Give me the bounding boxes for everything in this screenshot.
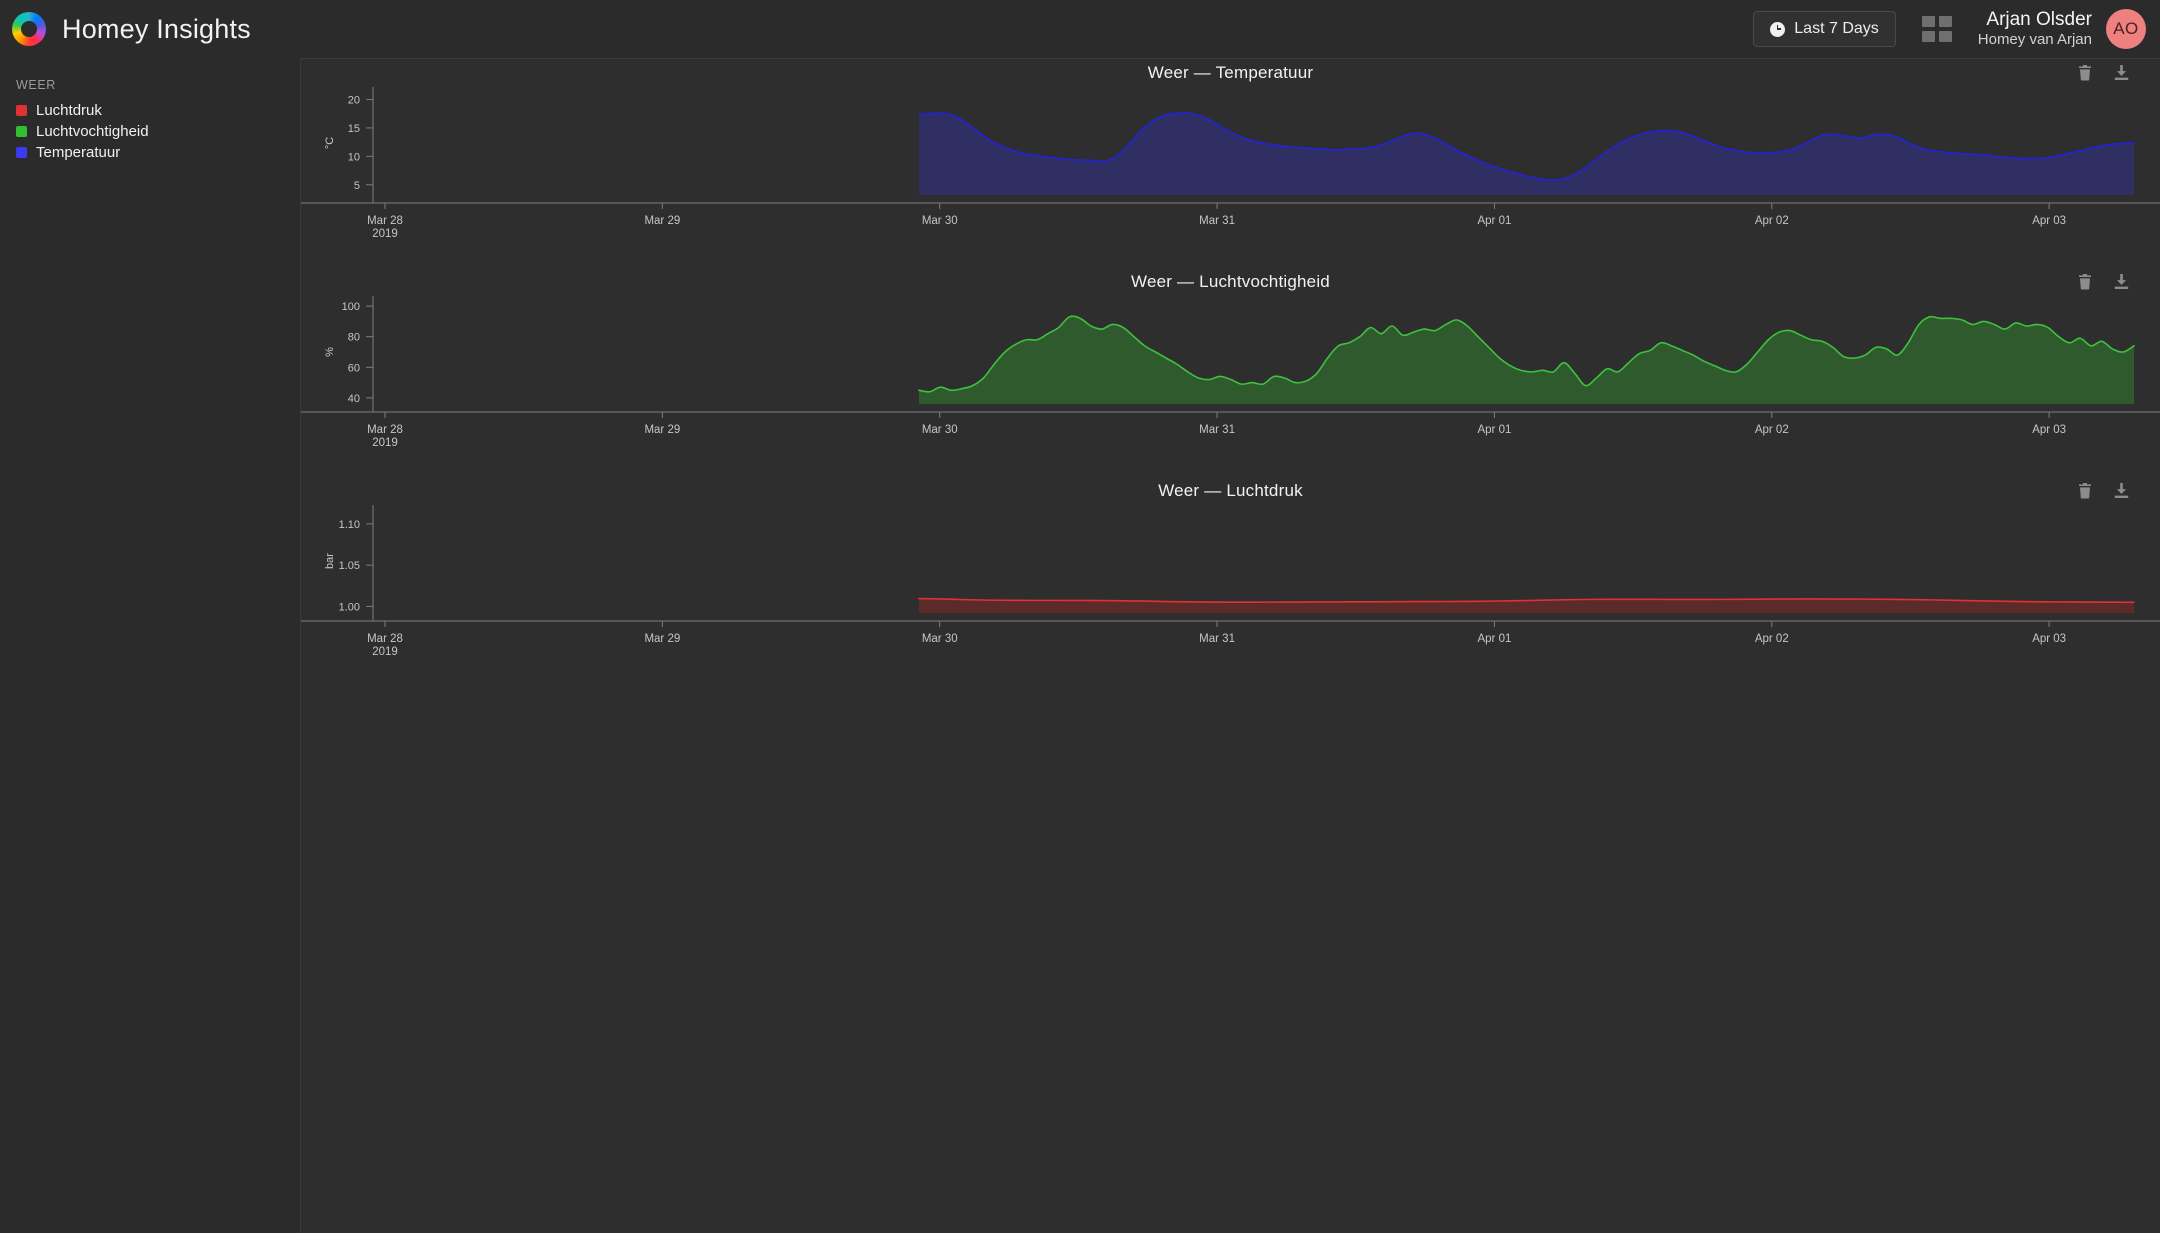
svg-text:Mar 29: Mar 29 <box>644 424 680 436</box>
svg-text:1.05: 1.05 <box>339 560 360 572</box>
sidebar-item-label: Temperatuur <box>36 143 121 161</box>
sidebar-item-luchtdruk[interactable]: Luchtdruk <box>16 100 300 120</box>
user-name: Arjan Olsder <box>1986 8 2092 30</box>
svg-text:Apr 03: Apr 03 <box>2032 215 2066 227</box>
trash-icon[interactable] <box>2077 64 2093 81</box>
download-icon[interactable] <box>2113 273 2130 290</box>
chart-title: Weer — Luchtvochtigheid <box>1131 272 1330 291</box>
color-swatch-icon <box>16 146 27 158</box>
chart-card-temperatuur: Weer — Temperatuur 20 15 10 5 °C Mar 28 2019 Ma… <box>301 59 2160 268</box>
svg-text:Mar 31: Mar 31 <box>1199 424 1235 436</box>
svg-text:2019: 2019 <box>372 228 398 240</box>
svg-text:Apr 03: Apr 03 <box>2032 633 2066 645</box>
svg-text:Mar 30: Mar 30 <box>922 215 958 227</box>
svg-text:bar: bar <box>324 553 336 569</box>
charts-container: Weer — Temperatuur 20 15 10 5 °C Mar 28 2019 Ma… <box>300 58 2160 1233</box>
sidebar-item-temperatuur[interactable]: Temperatuur <box>16 142 300 162</box>
chart-actions <box>2077 482 2130 499</box>
chart-card-luchtdruk: Weer — Luchtdruk 1.10 1.05 1.00 bar Mar 28 20… <box>301 477 2160 686</box>
svg-text:2019: 2019 <box>372 646 398 658</box>
download-icon[interactable] <box>2113 64 2130 81</box>
chart-actions <box>2077 273 2130 290</box>
svg-text:40: 40 <box>348 393 360 405</box>
svg-text:Mar 28: Mar 28 <box>367 215 403 227</box>
svg-text:Mar 31: Mar 31 <box>1199 215 1235 227</box>
svg-text:Apr 01: Apr 01 <box>1477 633 1511 645</box>
svg-text:Apr 03: Apr 03 <box>2032 424 2066 436</box>
svg-text:Mar 29: Mar 29 <box>644 215 680 227</box>
trash-icon[interactable] <box>2077 482 2093 499</box>
color-swatch-icon <box>16 104 27 116</box>
svg-text:60: 60 <box>348 362 360 374</box>
avatar[interactable]: AO <box>2106 9 2146 49</box>
app-header: Homey Insights Last 7 Days Arjan Olsder … <box>0 0 2160 58</box>
svg-text:Mar 28: Mar 28 <box>367 633 403 645</box>
svg-text:Mar 29: Mar 29 <box>644 633 680 645</box>
svg-text:Apr 02: Apr 02 <box>1755 633 1789 645</box>
date-range-label: Last 7 Days <box>1794 20 1879 37</box>
svg-text:100: 100 <box>342 301 360 313</box>
chart-actions <box>2077 64 2130 81</box>
svg-text:1.10: 1.10 <box>339 519 360 531</box>
homey-ring-logo-icon <box>12 12 46 46</box>
svg-text:Mar 30: Mar 30 <box>922 424 958 436</box>
chart-title: Weer — Luchtdruk <box>1158 481 1303 500</box>
svg-text:Apr 02: Apr 02 <box>1755 215 1789 227</box>
sidebar-group-title: WEER <box>16 78 56 92</box>
download-icon[interactable] <box>2113 482 2130 499</box>
svg-text:Mar 31: Mar 31 <box>1199 633 1235 645</box>
svg-text:15: 15 <box>348 123 360 135</box>
svg-text:10: 10 <box>348 151 360 163</box>
svg-text:20: 20 <box>348 95 360 107</box>
trash-icon[interactable] <box>2077 273 2093 290</box>
svg-text:2019: 2019 <box>372 437 398 449</box>
svg-text:80: 80 <box>348 332 360 344</box>
color-swatch-icon <box>16 125 27 137</box>
chart-plot-temperatuur[interactable]: 20 15 10 5 °C Mar 28 2019 Mar 29 Mar 30 Mar 31 Apr… <box>301 83 2160 255</box>
svg-text:Apr 01: Apr 01 <box>1477 215 1511 227</box>
svg-text:Mar 30: Mar 30 <box>922 633 958 645</box>
svg-text:%: % <box>324 347 336 357</box>
user-home: Homey van Arjan <box>1977 31 2092 49</box>
header-right: Last 7 Days Arjan Olsder Homey van Arjan… <box>1753 9 2160 49</box>
chart-plot-luchtdruk[interactable]: 1.10 1.05 1.00 bar Mar 28 2019 Mar 29 Mar 30 Mar… <box>301 501 2160 673</box>
clock-icon <box>1770 21 1786 37</box>
svg-text:5: 5 <box>354 180 360 192</box>
grid-view-icon[interactable] <box>1921 16 1952 42</box>
sidebar-item-label: Luchtdruk <box>36 101 102 119</box>
sidebar-item-luchtvochtigheid[interactable]: Luchtvochtigheid <box>16 121 300 141</box>
chart-card-luchtvochtigheid: Weer — Luchtvochtigheid 100 80 60 40% Mar 28… <box>301 268 2160 477</box>
app-title: Homey Insights <box>62 13 251 44</box>
sidebar-item-label: Luchtvochtigheid <box>36 122 149 140</box>
sidebar: WEER Luchtdruk Luchtvochtigheid Temperat… <box>0 58 300 1233</box>
svg-text:Mar 28: Mar 28 <box>367 424 403 436</box>
svg-text:°C: °C <box>324 137 336 149</box>
brand: Homey Insights <box>0 12 251 46</box>
svg-text:1.00: 1.00 <box>339 601 360 613</box>
date-range-button[interactable]: Last 7 Days <box>1753 11 1896 47</box>
chart-title: Weer — Temperatuur <box>1147 63 1314 82</box>
svg-text:Apr 01: Apr 01 <box>1477 424 1511 436</box>
chart-plot-luchtvochtigheid[interactable]: 100 80 60 40% Mar 28 2019 Mar 29 Mar 30 Mar 31 Ap… <box>301 292 2160 464</box>
svg-text:Apr 02: Apr 02 <box>1755 424 1789 436</box>
user-info[interactable]: Arjan Olsder Homey van Arjan <box>1978 9 2092 49</box>
